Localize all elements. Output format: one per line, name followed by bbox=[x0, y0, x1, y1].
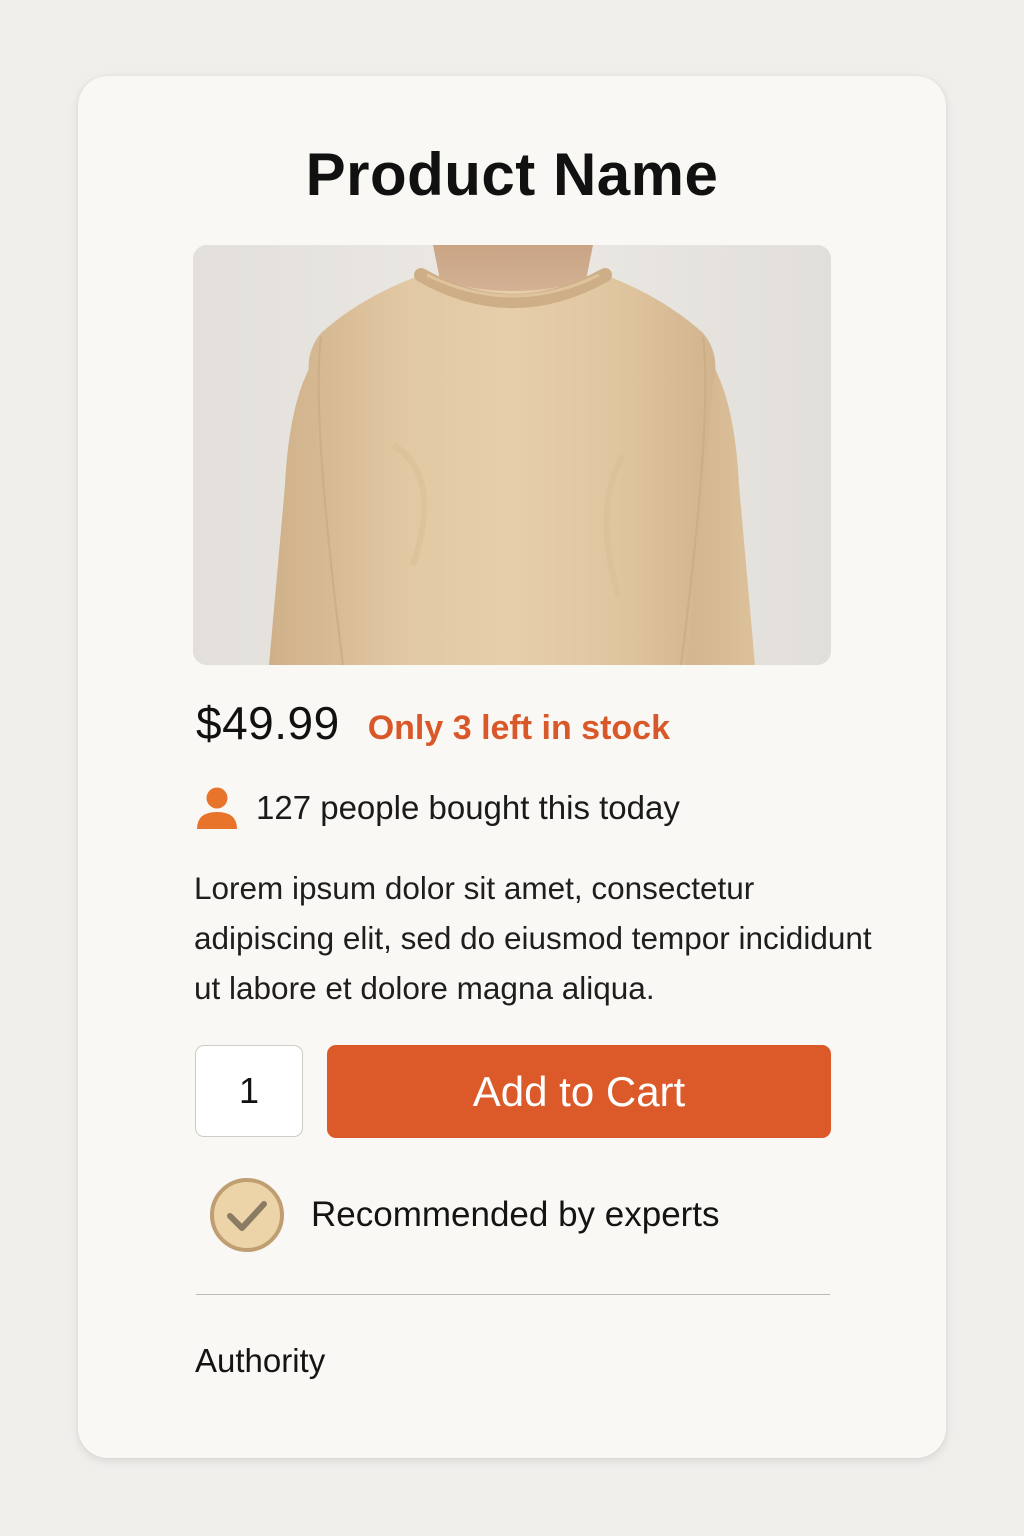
price-row: $49.99 Only 3 left in stock bbox=[196, 696, 670, 752]
footer-label: Authority bbox=[195, 1342, 326, 1379]
product-card: Product Name $49.99 Only 3 left in stock… bbox=[78, 76, 946, 1458]
checkmark-icon bbox=[208, 1176, 286, 1254]
product-description: Lorem ipsum dolor sit amet, consectetur … bbox=[194, 870, 872, 1006]
quantity-input[interactable] bbox=[195, 1045, 303, 1137]
add-to-cart-button[interactable]: Add to Cart bbox=[327, 1045, 831, 1138]
product-price: $49.99 bbox=[196, 697, 340, 749]
person-icon bbox=[196, 786, 238, 830]
page: Product Name $49.99 Only 3 left in stock… bbox=[0, 0, 1024, 1536]
recommended-badge: Recommended by experts bbox=[208, 1176, 720, 1254]
divider bbox=[196, 1294, 830, 1295]
product-image bbox=[193, 245, 831, 665]
stock-notice: Only 3 left in stock bbox=[367, 709, 671, 747]
recommended-text: Recommended by experts bbox=[311, 1195, 720, 1234]
social-proof: 127 people bought this today bbox=[196, 784, 680, 832]
product-title: Product Name bbox=[305, 141, 719, 208]
social-proof-text: 127 people bought this today bbox=[256, 789, 680, 826]
